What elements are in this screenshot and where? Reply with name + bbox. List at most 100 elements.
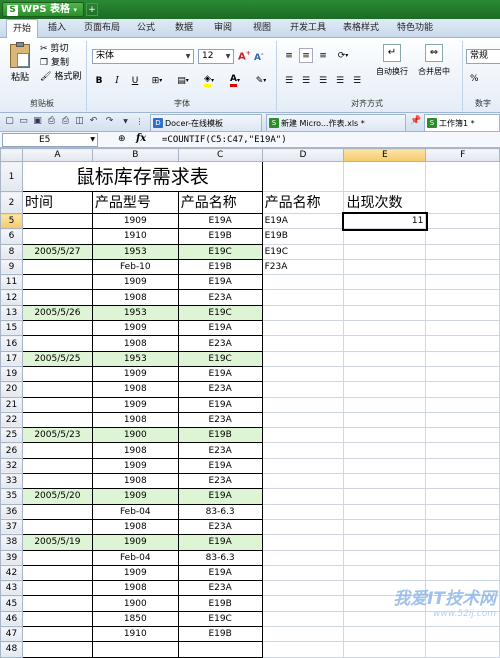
- column-header-c[interactable]: C: [177, 148, 263, 162]
- cell-d[interactable]: [261, 335, 345, 352]
- cut-button[interactable]: ✂ 剪切: [40, 42, 81, 56]
- cell[interactable]: [425, 457, 500, 475]
- bold-button[interactable]: B: [92, 73, 106, 88]
- cell-name[interactable]: E23A: [177, 473, 263, 490]
- cell[interactable]: [425, 411, 500, 429]
- cell-name[interactable]: E19A: [177, 534, 263, 551]
- cell-d[interactable]: E19A: [261, 212, 345, 230]
- doc-tab-docer[interactable]: D Docer-在线模板: [150, 114, 262, 131]
- cell-count[interactable]: [343, 365, 427, 383]
- cell-count[interactable]: [343, 534, 427, 551]
- cell[interactable]: [425, 274, 500, 291]
- row-header[interactable]: 5: [0, 212, 23, 230]
- cell-name[interactable]: E19B: [177, 427, 263, 444]
- cell-model[interactable]: 1909: [91, 320, 179, 337]
- zoom-icon[interactable]: ⊕: [118, 134, 126, 144]
- cell-count[interactable]: [343, 274, 427, 291]
- cell-name[interactable]: E19C: [177, 610, 263, 628]
- underline-button[interactable]: U: [128, 73, 142, 88]
- cell-model[interactable]: 1900: [91, 595, 179, 612]
- cell-name[interactable]: 83-6.3: [177, 549, 263, 566]
- cell-name[interactable]: E19A: [177, 396, 263, 413]
- cell-name[interactable]: 83-6.3: [177, 503, 263, 520]
- cell[interactable]: [425, 518, 500, 536]
- row-header[interactable]: 35: [0, 488, 23, 505]
- cell-model[interactable]: 1910: [91, 626, 179, 643]
- row-header[interactable]: 11: [0, 274, 23, 291]
- column-header-b[interactable]: B: [91, 148, 179, 162]
- cell-count[interactable]: [343, 549, 427, 566]
- cell-name[interactable]: E23A: [177, 289, 263, 306]
- new-doc-icon[interactable]: ▢: [4, 116, 15, 127]
- cell-time[interactable]: [21, 411, 93, 429]
- cell-count[interactable]: [343, 350, 427, 367]
- doc-tab-workbook1[interactable]: S 工作簿1 *: [424, 114, 500, 131]
- row-header[interactable]: 17: [0, 350, 23, 367]
- row-header[interactable]: 37: [0, 518, 23, 536]
- cell-name[interactable]: E19B: [177, 595, 263, 612]
- cell-model[interactable]: 1900: [91, 427, 179, 444]
- cell-model[interactable]: 1909: [91, 212, 179, 230]
- row-header[interactable]: 26: [0, 442, 23, 459]
- row-header[interactable]: 21: [0, 396, 23, 413]
- redo-icon[interactable]: ↷: [104, 116, 115, 127]
- cell[interactable]: [425, 304, 500, 322]
- cell[interactable]: [425, 365, 500, 383]
- row-header[interactable]: 47: [0, 626, 23, 643]
- cell[interactable]: [425, 564, 500, 582]
- cell-model[interactable]: 1953: [91, 243, 179, 260]
- cell-name[interactable]: E19A: [177, 212, 263, 230]
- row-header[interactable]: 42: [0, 564, 23, 582]
- number-format-select[interactable]: 常规: [466, 49, 500, 64]
- cell-model[interactable]: 1909: [91, 564, 179, 582]
- save-icon[interactable]: ▣: [32, 116, 43, 127]
- cell-name[interactable]: E19C: [177, 350, 263, 367]
- cell-model[interactable]: 1909: [91, 488, 179, 505]
- cell[interactable]: [425, 427, 500, 444]
- cell-count[interactable]: [343, 411, 427, 429]
- cell[interactable]: [425, 442, 500, 459]
- cell-model[interactable]: Feb-10: [91, 258, 179, 276]
- cell-count[interactable]: [343, 457, 427, 475]
- cell-d[interactable]: E19C: [261, 243, 345, 260]
- text-direction-icon[interactable]: ⟳ ▾: [333, 48, 353, 63]
- cell-d[interactable]: [261, 411, 345, 429]
- cell-model[interactable]: 1908: [91, 442, 179, 459]
- cell-time[interactable]: 2005/5/27: [21, 243, 93, 260]
- align-middle-icon[interactable]: ≡: [299, 48, 313, 63]
- row-header[interactable]: 20: [0, 381, 23, 398]
- row-header[interactable]: 33: [0, 473, 23, 490]
- font-color-button[interactable]: A ▾: [224, 73, 246, 88]
- merge-center-button[interactable]: ⇔ 合并居中: [414, 44, 454, 77]
- row-header[interactable]: 45: [0, 595, 23, 612]
- cell-d[interactable]: [261, 289, 345, 306]
- format-painter-button[interactable]: 🖌 格式刷: [40, 70, 81, 84]
- cell[interactable]: [425, 626, 500, 643]
- cell-d[interactable]: [261, 442, 345, 459]
- fill-color-button[interactable]: ◈ ▾: [198, 73, 220, 88]
- cell-count[interactable]: [343, 442, 427, 459]
- cell[interactable]: [425, 641, 500, 658]
- row-header[interactable]: 39: [0, 549, 23, 566]
- cell-name[interactable]: E19A: [177, 564, 263, 582]
- cell-d[interactable]: [261, 427, 345, 444]
- tab-page-layout[interactable]: 页面布局: [76, 19, 128, 38]
- cell-count[interactable]: 11: [341, 211, 428, 231]
- cell-name[interactable]: E23A: [177, 442, 263, 459]
- cell-model[interactable]: 1953: [91, 304, 179, 322]
- cell-time[interactable]: [21, 641, 93, 658]
- tab-developer[interactable]: 开发工具: [282, 19, 334, 38]
- cell-model[interactable]: [91, 641, 179, 658]
- wps-app-menu-button[interactable]: S WPS 表格 ▾: [2, 2, 84, 17]
- distribute-icon[interactable]: ☰: [350, 73, 364, 88]
- doc-tab-xls[interactable]: S 新建 Micro...作表.xls *: [266, 114, 406, 131]
- cell-model[interactable]: 1908: [91, 289, 179, 306]
- column-header-f[interactable]: F: [425, 148, 500, 162]
- cell-time[interactable]: [21, 626, 93, 643]
- cell[interactable]: [425, 161, 500, 192]
- cell-count[interactable]: [343, 626, 427, 643]
- cell[interactable]: [425, 335, 500, 352]
- header-model[interactable]: 产品型号: [91, 191, 179, 214]
- cell-model[interactable]: Feb-04: [91, 549, 179, 566]
- cell-time[interactable]: [21, 335, 93, 352]
